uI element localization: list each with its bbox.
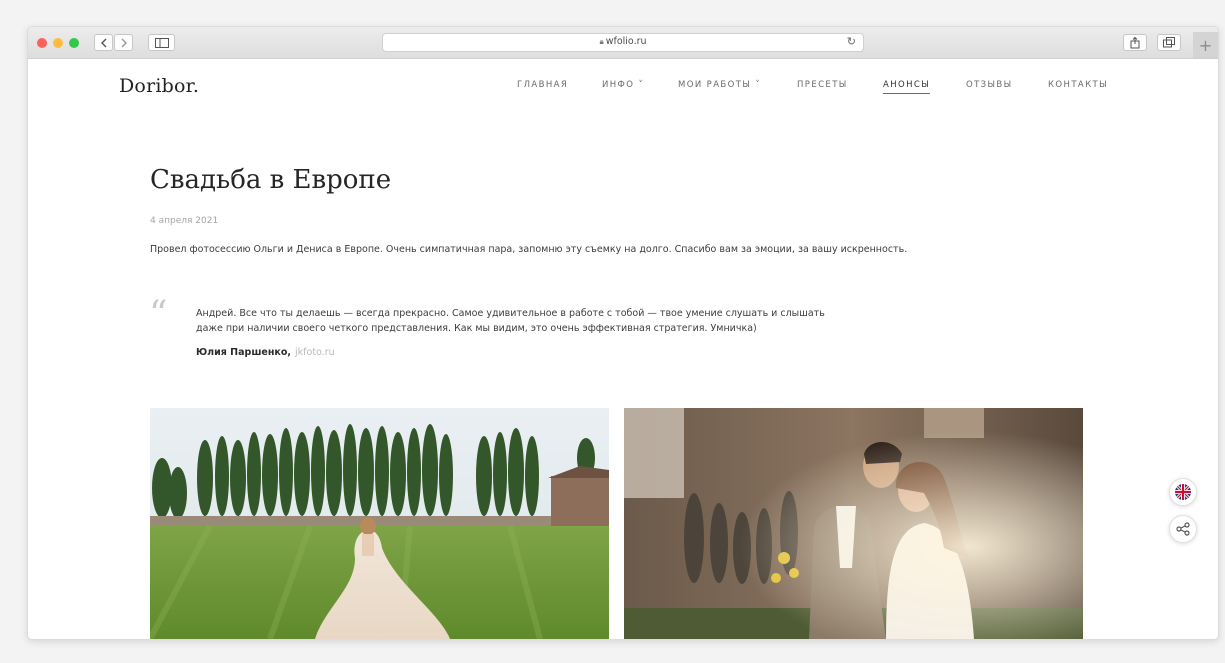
reload-icon[interactable]: ↻ xyxy=(847,35,856,48)
sidebar-button[interactable] xyxy=(148,34,175,51)
address-bar[interactable]: 🔒︎ wfolio.ru ↻ xyxy=(382,33,864,52)
testimonial-line-2: даже при наличии своего четкого представ… xyxy=(196,323,757,334)
language-switch-button[interactable] xyxy=(1169,478,1197,506)
photo-couple-embrace[interactable] xyxy=(624,408,1083,639)
post-title: Свадьба в Европе xyxy=(150,165,392,195)
forward-button[interactable] xyxy=(114,34,133,51)
testimonial-text: Андрей. Все что ты делаешь — всегда прек… xyxy=(196,306,916,336)
chevron-right-icon xyxy=(121,38,127,47)
browser-toolbar: 🔒︎ wfolio.ru ↻ + xyxy=(28,27,1218,59)
sidebar-icon xyxy=(154,37,169,48)
share-icon xyxy=(1130,36,1140,48)
nav-item-presets[interactable]: ПРЕСЕТЫ xyxy=(797,80,848,93)
photo-bride-lawn-image xyxy=(150,408,609,639)
zoom-window-button[interactable] xyxy=(69,38,79,48)
nav-item-info[interactable]: ИНФО ˅ xyxy=(602,80,644,93)
close-window-button[interactable] xyxy=(37,38,47,48)
share-nodes-icon xyxy=(1176,522,1190,536)
url-text: wfolio.ru xyxy=(605,36,647,47)
tabs-button[interactable] xyxy=(1157,34,1181,51)
testimonial-line-1: Андрей. Все что ты делаешь — всегда прек… xyxy=(196,308,825,319)
plus-icon: + xyxy=(1198,35,1213,55)
nav-item-contacts[interactable]: КОНТАКТЫ xyxy=(1048,80,1108,93)
testimonial-author-name: Юлия Паршенко, xyxy=(196,347,292,358)
photo-bride-lawn[interactable] xyxy=(150,408,609,639)
nav-item-my-works[interactable]: МОИ РАБОТЫ ˅ xyxy=(678,80,761,93)
minimize-window-button[interactable] xyxy=(53,38,63,48)
photo-couple-embrace-image xyxy=(624,408,1083,639)
lock-icon: 🔒︎ xyxy=(599,37,604,46)
testimonial-author-site[interactable]: jkfoto.ru xyxy=(295,347,335,358)
nav-item-announcements[interactable]: АНОНСЫ xyxy=(883,80,931,94)
address-url: 🔒︎ wfolio.ru xyxy=(383,36,863,47)
share-page-button[interactable] xyxy=(1169,515,1197,543)
back-button[interactable] xyxy=(94,34,113,51)
post-description: Провел фотосессию Ольги и Дениса в Европ… xyxy=(150,244,908,255)
share-button[interactable] xyxy=(1123,34,1147,51)
testimonial-author: Юлия Паршенко, jkfoto.ru xyxy=(196,347,335,358)
new-tab-button[interactable]: + xyxy=(1193,32,1218,58)
post-date: 4 апреля 2021 xyxy=(150,216,219,226)
site-logo[interactable]: Doribor. xyxy=(119,75,199,97)
tabs-icon xyxy=(1163,37,1175,48)
uk-flag-icon xyxy=(1175,484,1191,500)
browser-window: 🔒︎ wfolio.ru ↻ + Doribor. ГЛАВНАЯ ИНФО ˅ … xyxy=(27,26,1219,640)
chevron-left-icon xyxy=(100,38,106,47)
nav-item-reviews[interactable]: ОТЗЫВЫ xyxy=(966,80,1013,93)
nav-item-home[interactable]: ГЛАВНАЯ xyxy=(517,80,568,93)
quote-mark-icon: “ xyxy=(149,294,168,335)
